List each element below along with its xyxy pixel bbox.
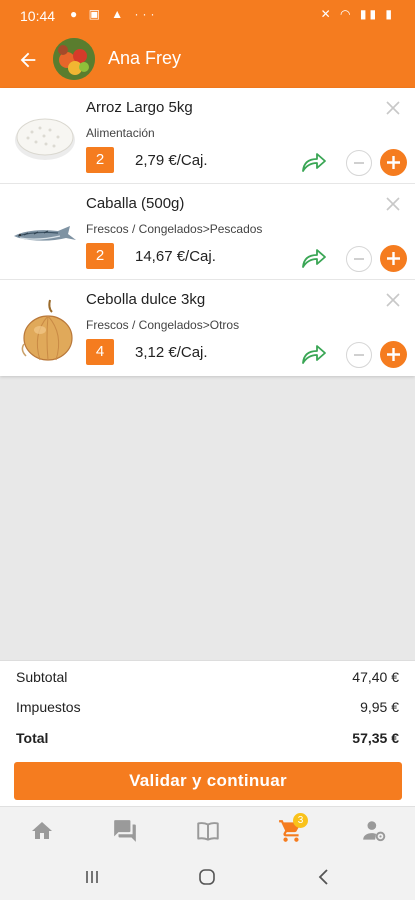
cart-item[interactable]: Arroz Largo 5kg Alimentación 2 2,79 €/Ca… bbox=[0, 88, 415, 184]
minus-icon bbox=[354, 354, 364, 356]
product-image-rice bbox=[15, 118, 75, 160]
cart-list: Arroz Largo 5kg Alimentación 2 2,79 €/Ca… bbox=[0, 88, 415, 376]
close-icon[interactable] bbox=[383, 290, 403, 310]
share-icon[interactable] bbox=[300, 246, 328, 270]
total-label: Total bbox=[16, 730, 49, 746]
minus-icon bbox=[354, 162, 364, 164]
back-button[interactable] bbox=[12, 44, 44, 76]
decrease-quantity-button[interactable] bbox=[346, 246, 372, 272]
app-bar: Ana Frey bbox=[0, 32, 415, 88]
arrow-left-icon bbox=[20, 52, 36, 68]
product-price: 3,12 €/Caj. bbox=[135, 344, 208, 361]
home-icon bbox=[32, 822, 52, 839]
quantity-badge[interactable]: 4 bbox=[86, 339, 114, 365]
nav-chat[interactable] bbox=[105, 815, 145, 847]
home-circle-icon bbox=[199, 869, 215, 885]
nav-home[interactable] bbox=[22, 815, 62, 847]
quantity-badge[interactable]: 2 bbox=[86, 147, 114, 173]
tax-value: 9,95 € bbox=[360, 699, 399, 715]
increase-quantity-button[interactable] bbox=[380, 149, 407, 176]
subtotal-row: Subtotal 47,40 € bbox=[16, 669, 399, 685]
cart-item[interactable]: Cebolla dulce 3kg Frescos / Congelados>O… bbox=[0, 280, 415, 376]
cart-badge: 3 bbox=[293, 813, 308, 828]
product-image-onion bbox=[21, 299, 73, 361]
subtotal-label: Subtotal bbox=[16, 669, 68, 685]
nav-account[interactable] bbox=[354, 815, 394, 847]
avatar-image bbox=[53, 38, 95, 80]
tax-row: Impuestos 9,95 € bbox=[16, 699, 399, 715]
avatar[interactable] bbox=[53, 38, 95, 80]
validate-continue-button[interactable]: Validar y continuar bbox=[14, 762, 402, 800]
product-price: 2,79 €/Caj. bbox=[135, 152, 208, 169]
status-bar: 10:44 ● ▣ ▲ ··· ✕ ◠ ▮▮ ▮ bbox=[0, 0, 415, 32]
product-image-mackerel bbox=[14, 226, 76, 241]
decrease-quantity-button[interactable] bbox=[346, 150, 372, 176]
product-name: Caballa (500g) bbox=[86, 195, 185, 212]
nav-catalog[interactable] bbox=[188, 815, 228, 847]
back-system-button[interactable] bbox=[312, 865, 336, 889]
chat-icon bbox=[114, 820, 136, 842]
plus-icon bbox=[387, 252, 400, 265]
chevron-left-icon bbox=[318, 869, 328, 885]
plus-icon bbox=[387, 156, 400, 169]
minus-icon bbox=[354, 258, 364, 260]
product-name: Cebolla dulce 3kg bbox=[86, 291, 206, 308]
share-icon[interactable] bbox=[300, 150, 328, 174]
product-category: Frescos / Congelados>Pescados bbox=[86, 222, 263, 236]
subtotal-value: 47,40 € bbox=[352, 669, 399, 685]
status-right-icons: ✕ ◠ ▮▮ ▮ bbox=[320, 7, 395, 21]
product-price: 14,67 €/Caj. bbox=[135, 248, 216, 265]
nav-cart[interactable]: 3 bbox=[271, 813, 311, 847]
system-nav-bar bbox=[0, 854, 415, 900]
tax-label: Impuestos bbox=[16, 699, 81, 715]
cart-item[interactable]: Caballa (500g) Frescos / Congelados>Pesc… bbox=[0, 184, 415, 280]
product-name: Arroz Largo 5kg bbox=[86, 99, 193, 116]
page-title: Ana Frey bbox=[108, 48, 182, 68]
total-value: 57,35 € bbox=[352, 730, 399, 746]
product-category: Alimentación bbox=[86, 126, 155, 140]
increase-quantity-button[interactable] bbox=[380, 341, 407, 368]
decrease-quantity-button[interactable] bbox=[346, 342, 372, 368]
close-icon[interactable] bbox=[383, 194, 403, 214]
quantity-badge[interactable]: 2 bbox=[86, 243, 114, 269]
plus-icon bbox=[387, 348, 400, 361]
bottom-nav: 3 bbox=[0, 806, 415, 854]
product-category: Frescos / Congelados>Otros bbox=[86, 318, 240, 332]
account-icon bbox=[363, 821, 386, 842]
increase-quantity-button[interactable] bbox=[380, 245, 407, 272]
catalog-icon bbox=[197, 822, 219, 841]
status-time: 10:44 bbox=[20, 8, 56, 24]
status-left-icons: ● ▣ ▲ ··· bbox=[70, 7, 159, 21]
order-summary: Subtotal 47,40 € Impuestos 9,95 € Total … bbox=[0, 660, 415, 806]
recent-apps-button[interactable] bbox=[80, 865, 104, 889]
home-system-button[interactable] bbox=[195, 865, 219, 889]
share-icon[interactable] bbox=[300, 342, 328, 366]
close-icon[interactable] bbox=[383, 98, 403, 118]
recent-apps-icon bbox=[86, 871, 98, 883]
total-row: Total 57,35 € bbox=[16, 730, 399, 746]
